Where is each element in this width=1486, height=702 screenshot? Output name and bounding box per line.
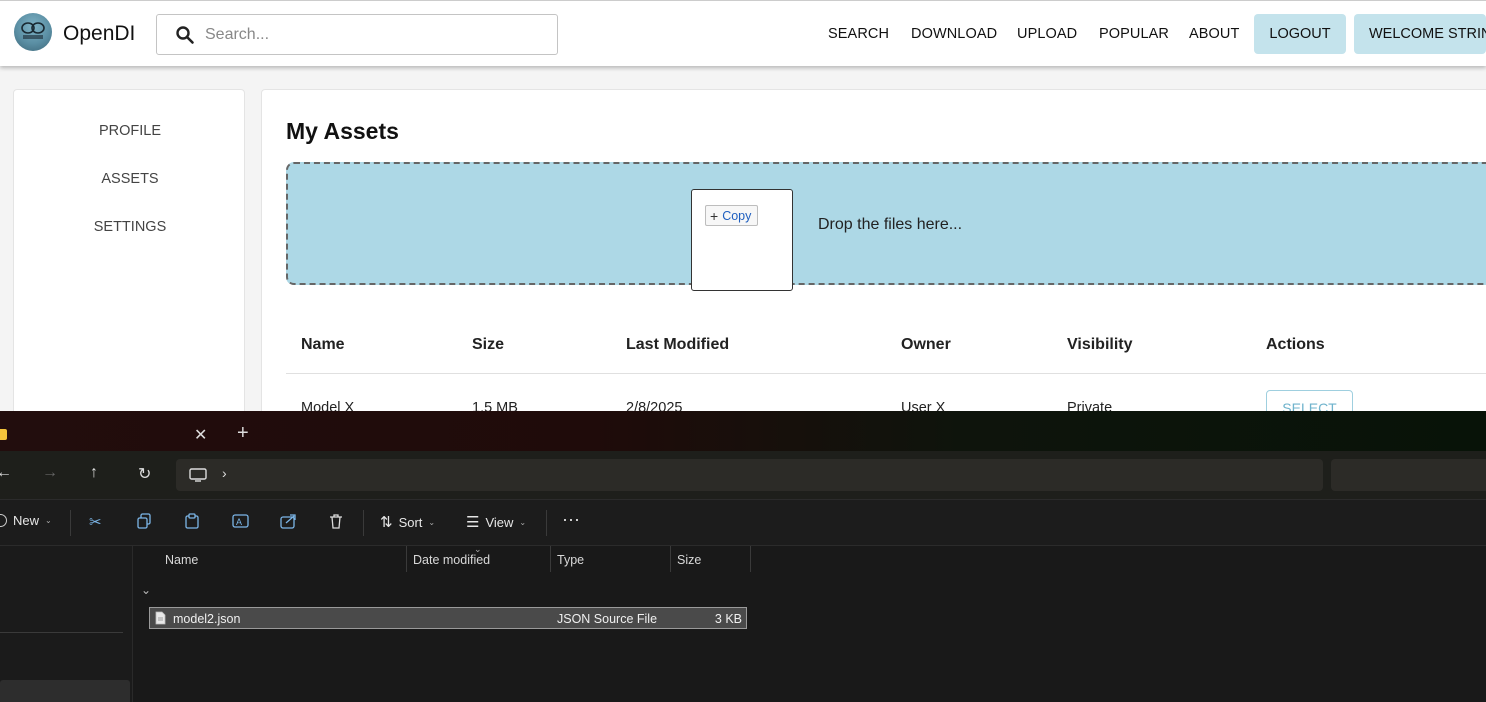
column-separator[interactable] — [406, 546, 407, 572]
column-separator[interactable] — [750, 546, 751, 572]
assets-panel: My Assets Drop the files here... Name Si… — [261, 89, 1486, 422]
sort-button[interactable]: ⇅ Sort ⌄ — [380, 513, 435, 531]
json-file-icon — [155, 611, 166, 625]
sidebar-item-settings[interactable]: SETTINGS — [14, 219, 246, 235]
column-header-date-modified[interactable]: Date modified — [413, 553, 490, 567]
top-navbar: OpenDI SEARCH DOWNLOAD UPLOAD POPULAR AB… — [0, 0, 1486, 66]
copy-icon[interactable] — [136, 513, 152, 529]
copy-tooltip-label: Copy — [722, 208, 752, 223]
sidebar-item-profile[interactable]: PROFILE — [14, 123, 246, 139]
toolbar-separator — [70, 510, 71, 536]
sort-button-label: Sort — [398, 514, 423, 530]
column-header-actions: Actions — [1266, 336, 1325, 353]
nav-popular-link[interactable]: POPULAR — [1099, 26, 1169, 42]
toolbar-separator — [546, 510, 547, 536]
column-header-size[interactable]: Size — [472, 336, 504, 354]
file-name: model2.json — [173, 612, 241, 626]
nav-search-link[interactable]: SEARCH — [828, 26, 889, 42]
explorer-command-bar: New ⌄ ✂ A ⇅ Sort ⌄ ☰ View ⌄ ··· — [0, 499, 1486, 546]
column-header-type[interactable]: Type — [557, 553, 584, 567]
new-tab-icon[interactable]: + — [237, 422, 249, 445]
column-header-size[interactable]: Size — [677, 553, 701, 567]
nav-upload-link[interactable]: UPLOAD — [1017, 26, 1077, 42]
this-pc-icon — [189, 468, 207, 482]
rename-icon[interactable]: A — [232, 513, 249, 529]
delete-icon[interactable] — [328, 513, 344, 529]
dropzone-text: Drop the files here... — [818, 216, 963, 233]
paste-icon[interactable] — [184, 513, 200, 529]
search-input-wrapper[interactable] — [156, 14, 558, 55]
new-button-label: New — [13, 513, 40, 528]
opendi-logo-icon[interactable] — [14, 13, 52, 51]
more-options-icon[interactable]: ··· — [562, 509, 580, 530]
new-button[interactable]: New ⌄ — [0, 513, 52, 528]
nav-pane-divider — [0, 632, 123, 633]
explorer-navigation-pane — [0, 546, 133, 702]
copy-tooltip: + Copy — [705, 205, 759, 226]
file-size: 3 KB — [714, 612, 742, 626]
search-input[interactable] — [205, 24, 545, 46]
explorer-search-box[interactable] — [1331, 459, 1486, 491]
column-header-name[interactable]: Name — [301, 336, 345, 354]
view-button[interactable]: ☰ View ⌄ — [466, 513, 526, 531]
view-button-label: View — [485, 514, 514, 530]
brand-name[interactable]: OpenDI — [63, 22, 135, 46]
sidebar-item-assets[interactable]: ASSETS — [14, 171, 246, 187]
cut-icon[interactable]: ✂ — [89, 513, 102, 531]
column-separator[interactable] — [550, 546, 551, 572]
welcome-user-button[interactable]: WELCOME STRIN — [1354, 14, 1486, 54]
sort-icon: ⇅ — [380, 514, 393, 531]
column-separator[interactable] — [670, 546, 671, 572]
view-icon: ☰ — [466, 514, 480, 531]
forward-arrow-icon[interactable]: → — [42, 464, 58, 482]
back-arrow-icon[interactable]: ← — [0, 464, 12, 482]
column-header-last-modified[interactable]: Last Modified — [626, 336, 729, 354]
profile-sidebar: PROFILE ASSETS SETTINGS — [13, 89, 245, 419]
search-icon — [176, 26, 194, 44]
up-arrow-icon[interactable]: ↑ — [90, 464, 98, 482]
page-title: My Assets — [286, 118, 399, 144]
close-tab-icon[interactable]: ✕ — [194, 425, 207, 445]
toolbar-separator — [363, 510, 364, 536]
column-header-owner[interactable]: Owner — [901, 336, 951, 354]
nav-about-link[interactable]: ABOUT — [1189, 26, 1239, 42]
chevron-down-icon: ⌄ — [428, 517, 436, 527]
table-header-divider — [286, 373, 1486, 374]
new-icon — [0, 514, 7, 527]
chevron-down-icon: ⌄ — [519, 517, 527, 527]
svg-text:A: A — [236, 517, 242, 527]
folder-icon — [0, 429, 7, 440]
nav-pane-selected-item[interactable] — [0, 680, 130, 702]
column-header-name[interactable]: Name — [165, 553, 198, 567]
file-row[interactable]: model2.json JSON Source File 3 KB — [149, 607, 747, 629]
drag-preview: + Copy — [691, 189, 793, 291]
file-dropzone[interactable]: Drop the files here... — [286, 162, 1486, 285]
plus-icon: + — [710, 207, 719, 224]
column-header-visibility[interactable]: Visibility — [1067, 336, 1133, 354]
address-bar[interactable]: › — [176, 459, 1323, 491]
group-collapse-chevron-icon[interactable]: ⌄ — [141, 583, 151, 597]
refresh-icon[interactable]: ↻ — [138, 464, 151, 484]
explorer-titlebar: ✕ + — [0, 411, 1486, 451]
file-type: JSON Source File — [557, 612, 658, 626]
chevron-down-icon: ⌄ — [45, 516, 52, 525]
file-explorer-window: ✕ + ← → ↑ ↻ › New ⌄ ✂ A ⇅ Sort ⌄ ☰ View … — [0, 411, 1486, 702]
logout-button[interactable]: LOGOUT — [1254, 14, 1346, 54]
nav-download-link[interactable]: DOWNLOAD — [911, 26, 997, 42]
breadcrumb-chevron-icon[interactable]: › — [222, 465, 227, 481]
explorer-address-row: ← → ↑ ↻ › — [0, 451, 1486, 499]
share-icon[interactable] — [280, 513, 297, 529]
